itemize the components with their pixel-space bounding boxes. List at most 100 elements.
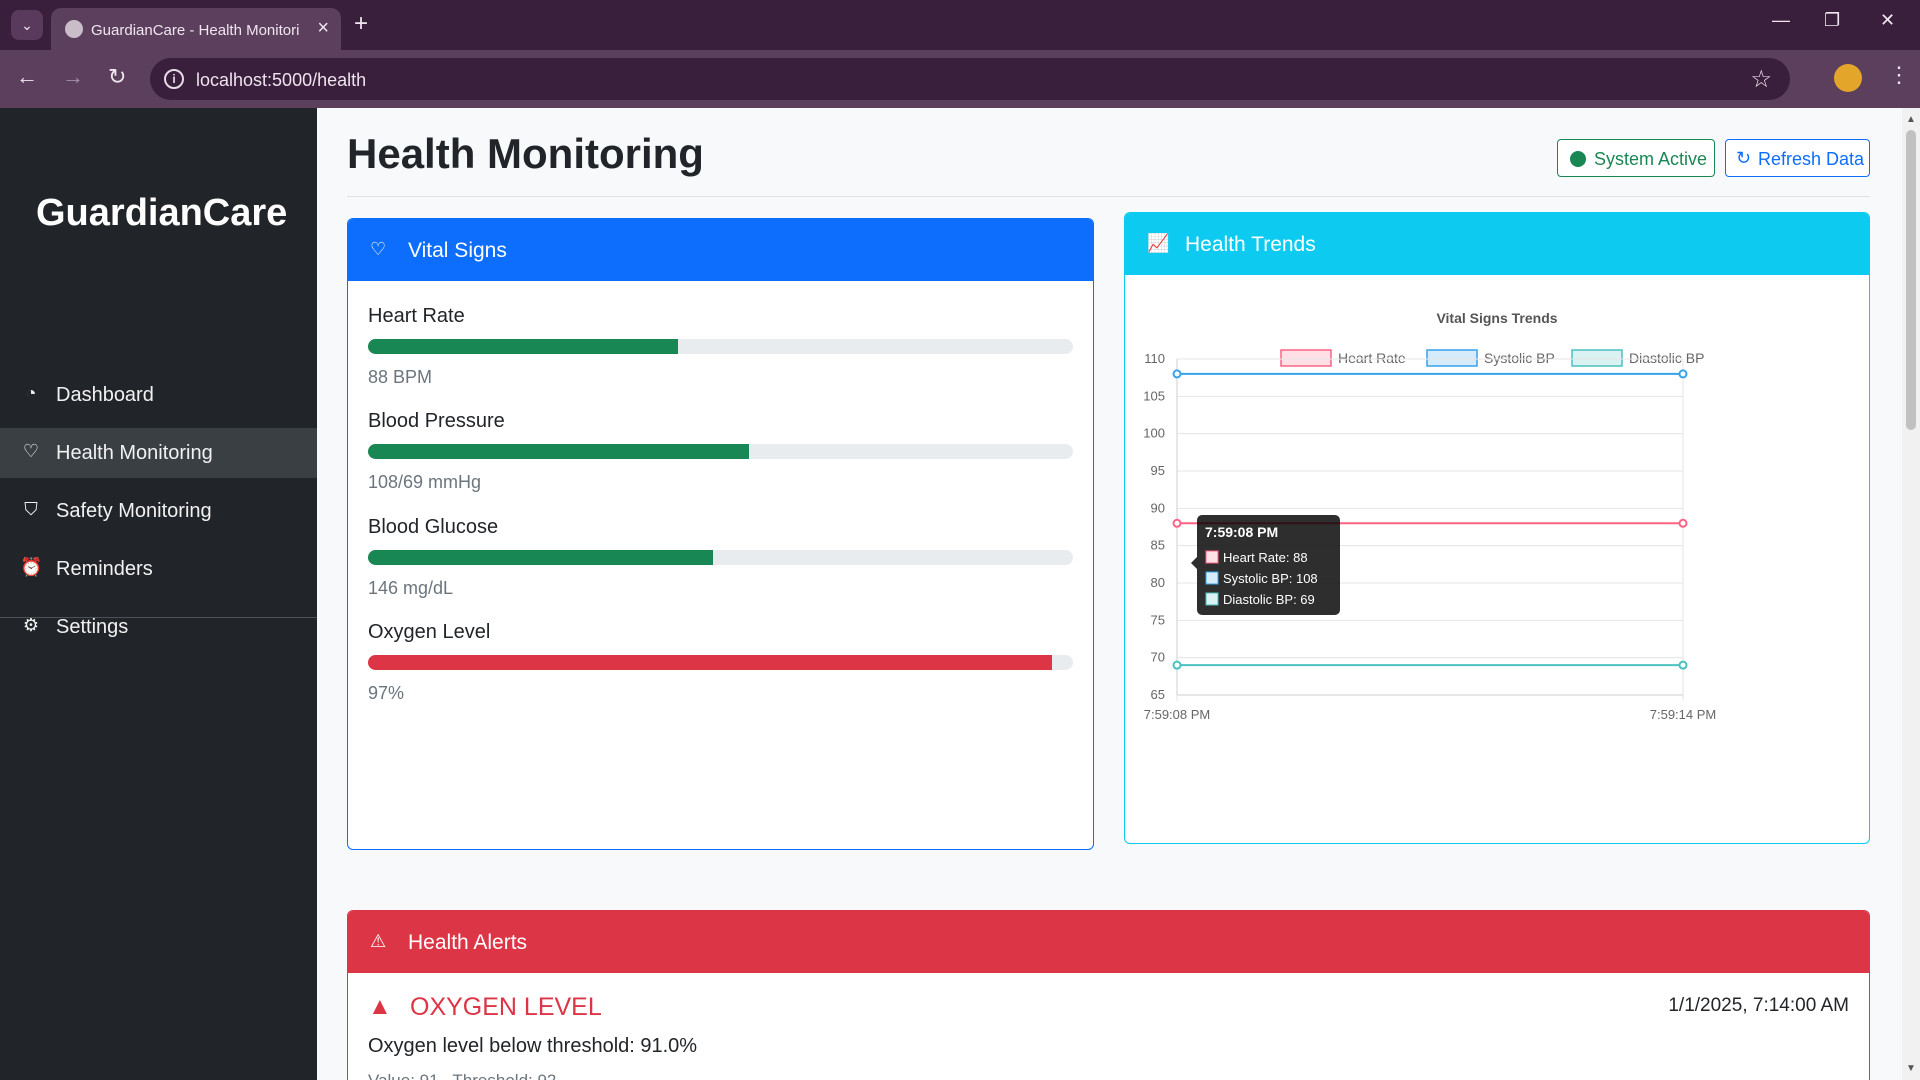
back-button[interactable]: ← [16, 64, 38, 90]
y-axis-ticks: 110 105 100 95 90 85 80 75 70 65 [1143, 351, 1165, 702]
tooltip-time: 7:59:08 PM [1205, 524, 1278, 540]
warning-triangle-icon: ⚠ [370, 931, 387, 951]
y-tick-label: 105 [1143, 388, 1165, 403]
bookmark-star-icon[interactable]: ☆ [1750, 65, 1772, 94]
health-trends-card: 📈 Health Trends Vital Signs Trends Heart… [1124, 212, 1870, 844]
legend-label: Systolic BP [1484, 350, 1555, 366]
x-tick-label: 7:59:14 PM [1650, 707, 1717, 722]
health-alerts-card: ⚠ Health Alerts ▲ OXYGEN LEVEL 1/1/2025,… [347, 910, 1870, 1080]
forward-button[interactable]: → [62, 64, 84, 90]
alert-meta: Value: 91 , Threshold: 92 [368, 1071, 556, 1080]
vital-signs-card: ♡ Vital Signs Heart Rate 88 BPM Blood Pr… [347, 218, 1094, 850]
sidebar-item-safety-monitoring[interactable]: ⛉ Safety Monitoring [0, 486, 317, 536]
tooltip-swatch-systolic [1205, 571, 1219, 585]
legend-swatch [1426, 349, 1478, 367]
card-title: Vital Signs [408, 239, 507, 262]
vital-signs-trends-chart: Vital Signs Trends Heart Rate Systolic BP… [1143, 310, 1717, 722]
sidebar-item-label: Safety Monitoring [56, 500, 212, 522]
close-window-button[interactable]: ✕ [1880, 10, 1895, 31]
x-tick-label: 7:59:08 PM [1144, 707, 1211, 722]
alert-warning-icon: ▲ [368, 993, 392, 1020]
vital-name: Oxygen Level [368, 621, 491, 643]
y-tick-label: 85 [1151, 538, 1165, 553]
line-chart-icon: 📈 [1147, 233, 1170, 253]
tab-title: GuardianCare - Health Monitori [91, 22, 300, 39]
minimize-button[interactable]: — [1772, 10, 1790, 31]
sidebar-item-health-monitoring[interactable]: ♡ Health Monitoring [0, 428, 317, 478]
browser-tab[interactable]: GuardianCare - Health Monitori × [51, 8, 341, 50]
sidebar-item-reminders[interactable]: ⏰ Reminders [0, 544, 317, 594]
tooltip-caret [1191, 557, 1197, 569]
scroll-down-icon[interactable]: ▼ [1906, 1063, 1916, 1074]
refresh-icon: ↻ [1736, 148, 1752, 168]
legend-label: Diastolic BP [1629, 350, 1704, 366]
gear-icon: ⚙ [22, 615, 40, 635]
url-text[interactable]: localhost:5000/health [196, 70, 366, 91]
heart-pulse-icon: ♡ [22, 441, 40, 461]
health-alerts-header: ⚠ Health Alerts [348, 911, 1869, 973]
new-tab-button[interactable]: + [354, 10, 368, 38]
progress-fill [368, 339, 679, 354]
vital-name: Blood Glucose [368, 516, 499, 538]
legend-swatch [1280, 349, 1332, 367]
shield-icon: ⛉ [24, 499, 38, 519]
restore-button[interactable]: ❐ [1824, 10, 1840, 31]
address-bar[interactable]: i localhost:5000/health ☆ [150, 58, 1790, 100]
main-content: Health Monitoring System Active ↻ Refres… [317, 108, 1902, 1080]
tooltip-line: Heart Rate: 88 [1223, 550, 1308, 565]
system-status-badge: System Active [1557, 139, 1715, 177]
data-point [1172, 660, 1182, 670]
vital-value: 88 BPM [368, 367, 433, 387]
y-tick-label: 65 [1151, 687, 1165, 702]
data-point [1678, 369, 1688, 379]
progress-fill [368, 655, 1052, 670]
heart-pulse-icon: ♡ [370, 239, 387, 259]
sidebar-item-label: Reminders [56, 558, 153, 580]
sidebar-item-dashboard[interactable]: ◔ Dashboard [0, 370, 317, 420]
y-tick-label: 75 [1151, 612, 1165, 627]
y-tick-label: 110 [1144, 351, 1165, 366]
legend-swatch [1571, 349, 1623, 367]
globe-icon [65, 20, 83, 38]
browser-toolbar: ← → ↻ i localhost:5000/health ☆ ⋮ [0, 50, 1920, 108]
vital-value: 97% [368, 683, 405, 703]
tooltip-swatch-diastolic [1205, 592, 1219, 606]
page-scrollbar[interactable]: ▲ ▼ [1902, 108, 1920, 1080]
browser-tab-bar: ⌄ GuardianCare - Health Monitori × + — ❐… [0, 0, 1920, 50]
refresh-data-button[interactable]: ↻ Refresh Data [1725, 139, 1870, 177]
vital-signs-header: ♡ Vital Signs [348, 219, 1093, 281]
refresh-label: Refresh Data [1758, 149, 1865, 169]
legend-label: Heart Rate [1338, 350, 1406, 366]
brand-title: GuardianCare [36, 192, 288, 234]
data-point [1678, 518, 1688, 528]
alert-timestamp: 1/1/2025, 7:14:00 AM [1668, 995, 1849, 1016]
progress-track [368, 550, 1073, 565]
browser-menu-icon[interactable]: ⋮ [1888, 62, 1910, 88]
y-tick-label: 70 [1151, 650, 1165, 665]
reload-button[interactable]: ↻ [108, 64, 126, 90]
profile-avatar[interactable] [1834, 64, 1862, 92]
status-label: System Active [1594, 149, 1708, 169]
close-tab-icon[interactable]: × [317, 17, 329, 40]
tab-search-button[interactable]: ⌄ [11, 10, 43, 40]
sidebar-item-label: Health Monitoring [56, 442, 213, 464]
vital-value: 146 mg/dL [368, 578, 454, 598]
alert-message: Oxygen level below threshold: 91.0% [368, 1035, 698, 1057]
vital-name: Heart Rate [368, 305, 465, 327]
scroll-up-icon[interactable]: ▲ [1906, 114, 1916, 125]
sidebar-divider [0, 617, 317, 618]
chart-title: Vital Signs Trends [1436, 310, 1557, 326]
sidebar-item-label: Dashboard [56, 384, 154, 406]
sidebar-item-label: Settings [56, 616, 129, 638]
y-tick-label: 80 [1151, 575, 1165, 590]
tooltip-line: Diastolic BP: 69 [1223, 592, 1315, 607]
sidebar-item-settings[interactable]: ⚙ Settings [0, 602, 317, 652]
progress-track [368, 339, 1073, 354]
scrollbar-thumb[interactable] [1906, 130, 1916, 430]
progress-track [368, 655, 1073, 670]
tooltip-line: Systolic BP: 108 [1223, 571, 1318, 586]
progress-track [368, 444, 1073, 459]
status-dot-icon [1570, 151, 1586, 167]
info-icon[interactable]: i [164, 69, 184, 89]
page-title: Health Monitoring [347, 130, 704, 177]
